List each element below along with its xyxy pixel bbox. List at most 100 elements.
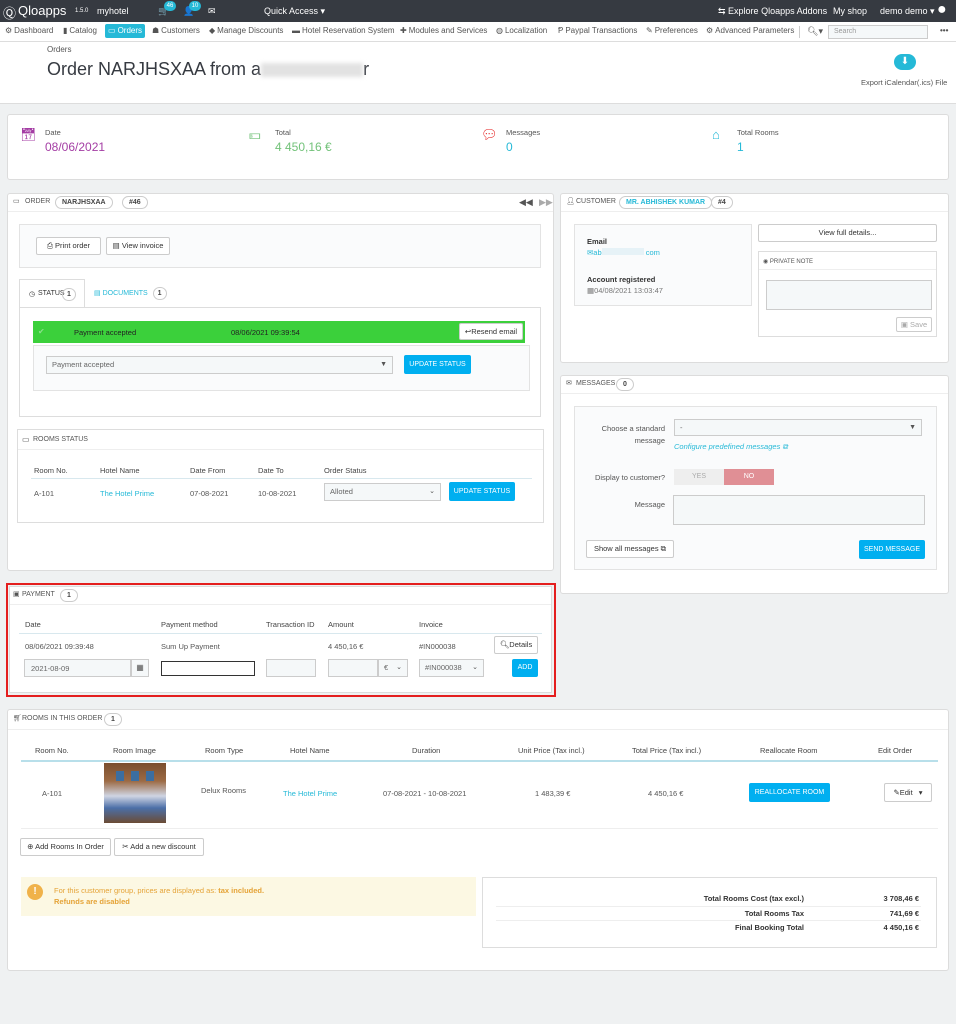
display-yes-toggle[interactable]: YES [674,469,724,485]
quick-access-menu[interactable]: Quick Access ▾ [264,6,325,17]
new-transaction-id-input[interactable] [266,659,316,677]
mail-icon[interactable]: ✉ [208,6,216,17]
choose-label-1: Choose a standard [601,424,665,433]
col-hotel-name: Hotel Name [290,746,330,755]
user-menu[interactable]: demo demo ▾ [880,6,935,17]
add-rooms-button[interactable]: ⊕ Add Rooms In Order [20,838,111,856]
edit-room-button[interactable]: ✎Edit ▾ [884,783,932,802]
new-invoice-select[interactable]: #IN000038 ⌄ [419,659,484,677]
new-payment-method-input[interactable] [161,661,255,676]
email-start: ab [593,248,602,257]
calendar-icon[interactable]: ▦ [131,659,149,677]
menu-advanced[interactable]: ⚙ Advanced Parameters [704,26,796,35]
kpi-total-value: 4 450,16 € [275,140,332,154]
standard-message-select[interactable]: - ▼ [674,419,922,436]
message-textarea[interactable] [673,495,925,525]
version-label: 1.5.0 [75,8,89,14]
customer-name-link[interactable]: MR. ABHISHEK KUMAR [619,196,713,209]
explore-link[interactable]: ⇆ Explore Qloapps Addons [718,6,827,17]
room-type: Delux Rooms [201,786,247,795]
tab-documents[interactable]: ▤ DOCUMENTS 1 [94,287,167,300]
menu-paypal[interactable]: Ᵽ Paypal Transactions [556,26,639,35]
rooms-order-count: 1 [104,713,122,726]
private-note-textarea[interactable] [766,280,932,310]
rooms-status-panel: ▭ ROOMS STATUS Room No. Hotel Name Date … [17,429,544,523]
reallocate-room-button[interactable]: REALLOCATE ROOM [749,783,830,802]
avatar[interactable]: ● [937,1,947,19]
menu-discounts[interactable]: ◆ Manage Discounts [207,26,285,35]
money-icon: ▣ [13,591,20,598]
wrench-icon: ✎ [646,26,653,35]
chevron-down-icon: ⌄ [429,488,435,495]
divider [799,26,800,38]
status-tab-content: ✔ Payment accepted 08/06/2021 09:39:54 ↩… [19,307,541,417]
update-status-button[interactable]: UPDATE STATUS [404,355,471,374]
show-all-label: Show all messages [593,544,659,553]
hotel-link[interactable]: The Hotel Prime [283,789,337,798]
registered-label: Account registered [587,275,656,284]
payment-method: Sum Up Payment [161,642,220,651]
search-input[interactable]: Search [828,25,928,39]
menu-hotel-reservation[interactable]: ▬ Hotel Reservation System [290,26,396,35]
view-invoice-button[interactable]: ▤ View invoice [106,237,170,255]
customer-heading: CUSTOMER [576,198,616,205]
menu-modules[interactable]: ✚ Modules and Services [398,26,489,35]
qloapps-logo-icon[interactable]: Ⓠ [3,3,16,22]
add-payment-button[interactable]: ADD [512,659,538,677]
rs-hotel-link[interactable]: The Hotel Prime [100,489,154,498]
next-order-icon[interactable]: ▶▶ [539,197,553,208]
divider [21,828,938,829]
add-discount-button[interactable]: ✂ Add a new discount [114,838,204,856]
status-form-well: Payment accepted ▼ UPDATE STATUS [33,345,530,391]
tax-notice: ! For this customer group, prices are di… [21,877,476,916]
painting-icon [116,771,124,781]
cloud-download-icon[interactable]: ⬇ [894,54,916,70]
print-order-button[interactable]: ⎙ Print order [36,237,101,255]
menu-orders[interactable]: ▭ Orders [105,24,146,38]
room-status-select[interactable]: Alloted ⌄ [324,483,441,501]
menu-customers[interactable]: ☗ Customers [150,26,202,35]
breadcrumb[interactable]: Orders [47,45,71,54]
menu-localization[interactable]: ◍ Localization [494,26,549,35]
currency-select[interactable]: € ⌄ [378,659,408,677]
new-amount-input[interactable] [328,659,378,677]
tab-status[interactable]: ◷ STATUS 1 [19,279,85,307]
email-link[interactable]: ✉ab com [587,248,660,257]
kpi-total-label: Total [275,128,291,137]
new-payment-date-input[interactable]: 2021-08-09 [24,659,131,677]
menu-label: Dashboard [14,26,54,35]
logo-text[interactable]: Qloapps [18,3,66,18]
rooms-status-title: ROOMS STATUS [33,436,88,443]
send-message-button[interactable]: SEND MESSAGE [859,540,925,559]
rooms-update-status-button[interactable]: UPDATE STATUS [449,482,515,501]
eye-slash-icon: ◉ [763,259,769,265]
search-type-dropdown[interactable]: 🔍︎▾ [805,26,825,37]
save-note-button[interactable]: ▣ Save [896,317,932,332]
add-discount-label: Add a new discount [130,842,196,851]
export-ics-link[interactable]: Export iCalendar(.ics) File [861,78,947,87]
menu-preferences[interactable]: ✎ Preferences [644,26,700,35]
customer-panel: 👤︎ CUSTOMER MR. ABHISHEK KUMAR #4 Email … [560,193,949,363]
display-no-toggle[interactable]: NO [724,469,774,485]
payment-amount: 4 450,16 € [328,642,364,651]
payment-invoice: #IN000038 [419,642,456,651]
my-shop-link[interactable]: My shop [833,6,867,16]
calendar-icon: 📅︎ [20,127,37,142]
external-link-icon: ⧉ [660,544,667,553]
configure-messages-link[interactable]: Configure predefined messages ⧉ [674,442,788,452]
previous-order-icon[interactable]: ◀◀ [519,197,533,208]
display-customer-label: Display to customer? [594,473,665,482]
resend-email-button[interactable]: ↩Resend email [459,323,523,340]
floppy-icon: ▣ [900,320,908,329]
menu-dashboard[interactable]: ⚙ Dashboard [3,26,55,35]
current-status-name: Payment accepted [74,328,137,337]
more-menu-icon[interactable]: ••• [938,26,950,35]
shop-name[interactable]: myhotel [97,6,129,16]
menu-catalog[interactable]: ▮ Catalog [61,26,99,35]
total-tax-label: Total Rooms Tax [744,909,804,918]
view-full-details-button[interactable]: View full details... [758,224,937,242]
payment-details-button[interactable]: 🔍︎Details [494,636,538,654]
print-icon: ⎙ [46,241,53,250]
order-status-select[interactable]: Payment accepted ▼ [46,356,393,374]
show-all-messages-button[interactable]: Show all messages ⧉ [586,540,674,558]
